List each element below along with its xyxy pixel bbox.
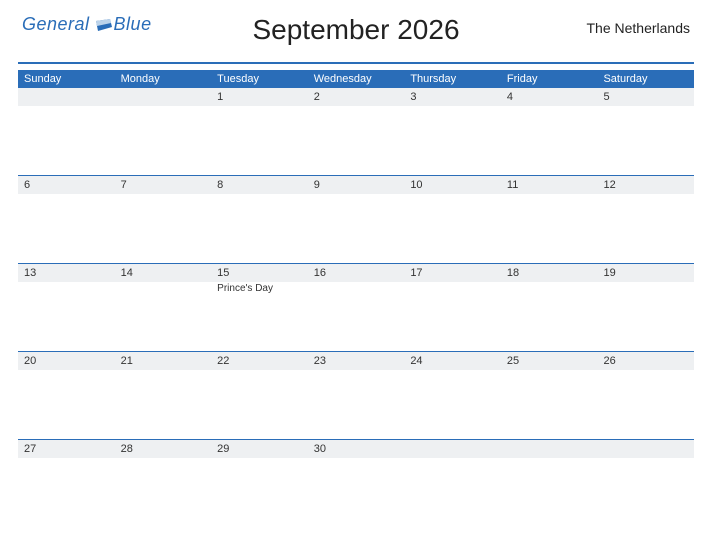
week-row: 6 7 8 9 10 11 12 [18, 176, 694, 264]
day-header: Wednesday [308, 70, 405, 88]
date-number: 5 [597, 88, 694, 106]
day-cell: 17 [404, 264, 501, 351]
day-cell: 3 [404, 88, 501, 175]
date-number: 4 [501, 88, 598, 106]
day-cell: 11 [501, 176, 598, 263]
day-cell: 20 [18, 352, 115, 439]
day-cell: 19 [597, 264, 694, 351]
date-number: 29 [211, 440, 308, 458]
day-cell: 15 Prince's Day [211, 264, 308, 351]
date-number: 11 [501, 176, 598, 194]
logo-flag-icon [96, 19, 112, 33]
date-number [18, 88, 115, 106]
date-number: 15 [211, 264, 308, 282]
date-number: 9 [308, 176, 405, 194]
date-number [404, 440, 501, 458]
date-number: 8 [211, 176, 308, 194]
day-header: Thursday [404, 70, 501, 88]
day-cell: 23 [308, 352, 405, 439]
day-cell: 7 [115, 176, 212, 263]
date-number: 26 [597, 352, 694, 370]
day-cell: 5 [597, 88, 694, 175]
day-cell [18, 88, 115, 175]
day-cell: 1 [211, 88, 308, 175]
day-cell: 10 [404, 176, 501, 263]
logo: General Blue [22, 14, 152, 35]
day-cell: 21 [115, 352, 212, 439]
date-number [115, 88, 212, 106]
day-cell: 29 [211, 440, 308, 528]
date-number: 18 [501, 264, 598, 282]
calendar-grid: Sunday Monday Tuesday Wednesday Thursday… [18, 70, 694, 528]
date-number: 3 [404, 88, 501, 106]
day-cell: 30 [308, 440, 405, 528]
page-title: September 2026 [252, 14, 459, 46]
day-header: Saturday [597, 70, 694, 88]
date-number: 19 [597, 264, 694, 282]
day-header: Sunday [18, 70, 115, 88]
date-number: 2 [308, 88, 405, 106]
date-number: 1 [211, 88, 308, 106]
week-row: 13 14 15 Prince's Day 16 17 18 19 [18, 264, 694, 352]
day-cell: 28 [115, 440, 212, 528]
calendar-page: General Blue September 2026 The Netherla… [0, 0, 712, 538]
date-number: 24 [404, 352, 501, 370]
day-cell: 26 [597, 352, 694, 439]
date-number: 28 [115, 440, 212, 458]
date-number [501, 440, 598, 458]
day-cell: 12 [597, 176, 694, 263]
day-header: Tuesday [211, 70, 308, 88]
date-number [597, 440, 694, 458]
date-number: 25 [501, 352, 598, 370]
day-header: Friday [501, 70, 598, 88]
date-number: 27 [18, 440, 115, 458]
header-underline [18, 62, 694, 64]
holiday-label: Prince's Day [211, 282, 308, 295]
region-label: The Netherlands [586, 20, 690, 36]
date-number: 12 [597, 176, 694, 194]
date-number: 30 [308, 440, 405, 458]
day-cell: 4 [501, 88, 598, 175]
day-cell: 27 [18, 440, 115, 528]
day-cell: 2 [308, 88, 405, 175]
day-cell: 18 [501, 264, 598, 351]
date-number: 17 [404, 264, 501, 282]
day-cell: 9 [308, 176, 405, 263]
day-cell [115, 88, 212, 175]
day-cell: 22 [211, 352, 308, 439]
date-number: 6 [18, 176, 115, 194]
logo-part2: Blue [114, 14, 152, 35]
date-number: 22 [211, 352, 308, 370]
day-cell: 8 [211, 176, 308, 263]
day-cell: 13 [18, 264, 115, 351]
date-number: 20 [18, 352, 115, 370]
day-header-row: Sunday Monday Tuesday Wednesday Thursday… [18, 70, 694, 88]
date-number: 10 [404, 176, 501, 194]
day-cell: 24 [404, 352, 501, 439]
header: General Blue September 2026 The Netherla… [18, 14, 694, 60]
day-cell: 14 [115, 264, 212, 351]
week-row: 27 28 29 30 [18, 440, 694, 528]
day-header: Monday [115, 70, 212, 88]
day-cell [404, 440, 501, 528]
day-cell [597, 440, 694, 528]
date-number: 7 [115, 176, 212, 194]
day-cell: 16 [308, 264, 405, 351]
date-number: 21 [115, 352, 212, 370]
day-cell: 6 [18, 176, 115, 263]
day-cell: 25 [501, 352, 598, 439]
week-row: 1 2 3 4 5 [18, 88, 694, 176]
week-row: 20 21 22 23 24 25 26 [18, 352, 694, 440]
date-number: 14 [115, 264, 212, 282]
date-number: 16 [308, 264, 405, 282]
logo-part1: General [22, 14, 90, 35]
date-number: 23 [308, 352, 405, 370]
day-cell [501, 440, 598, 528]
date-number: 13 [18, 264, 115, 282]
